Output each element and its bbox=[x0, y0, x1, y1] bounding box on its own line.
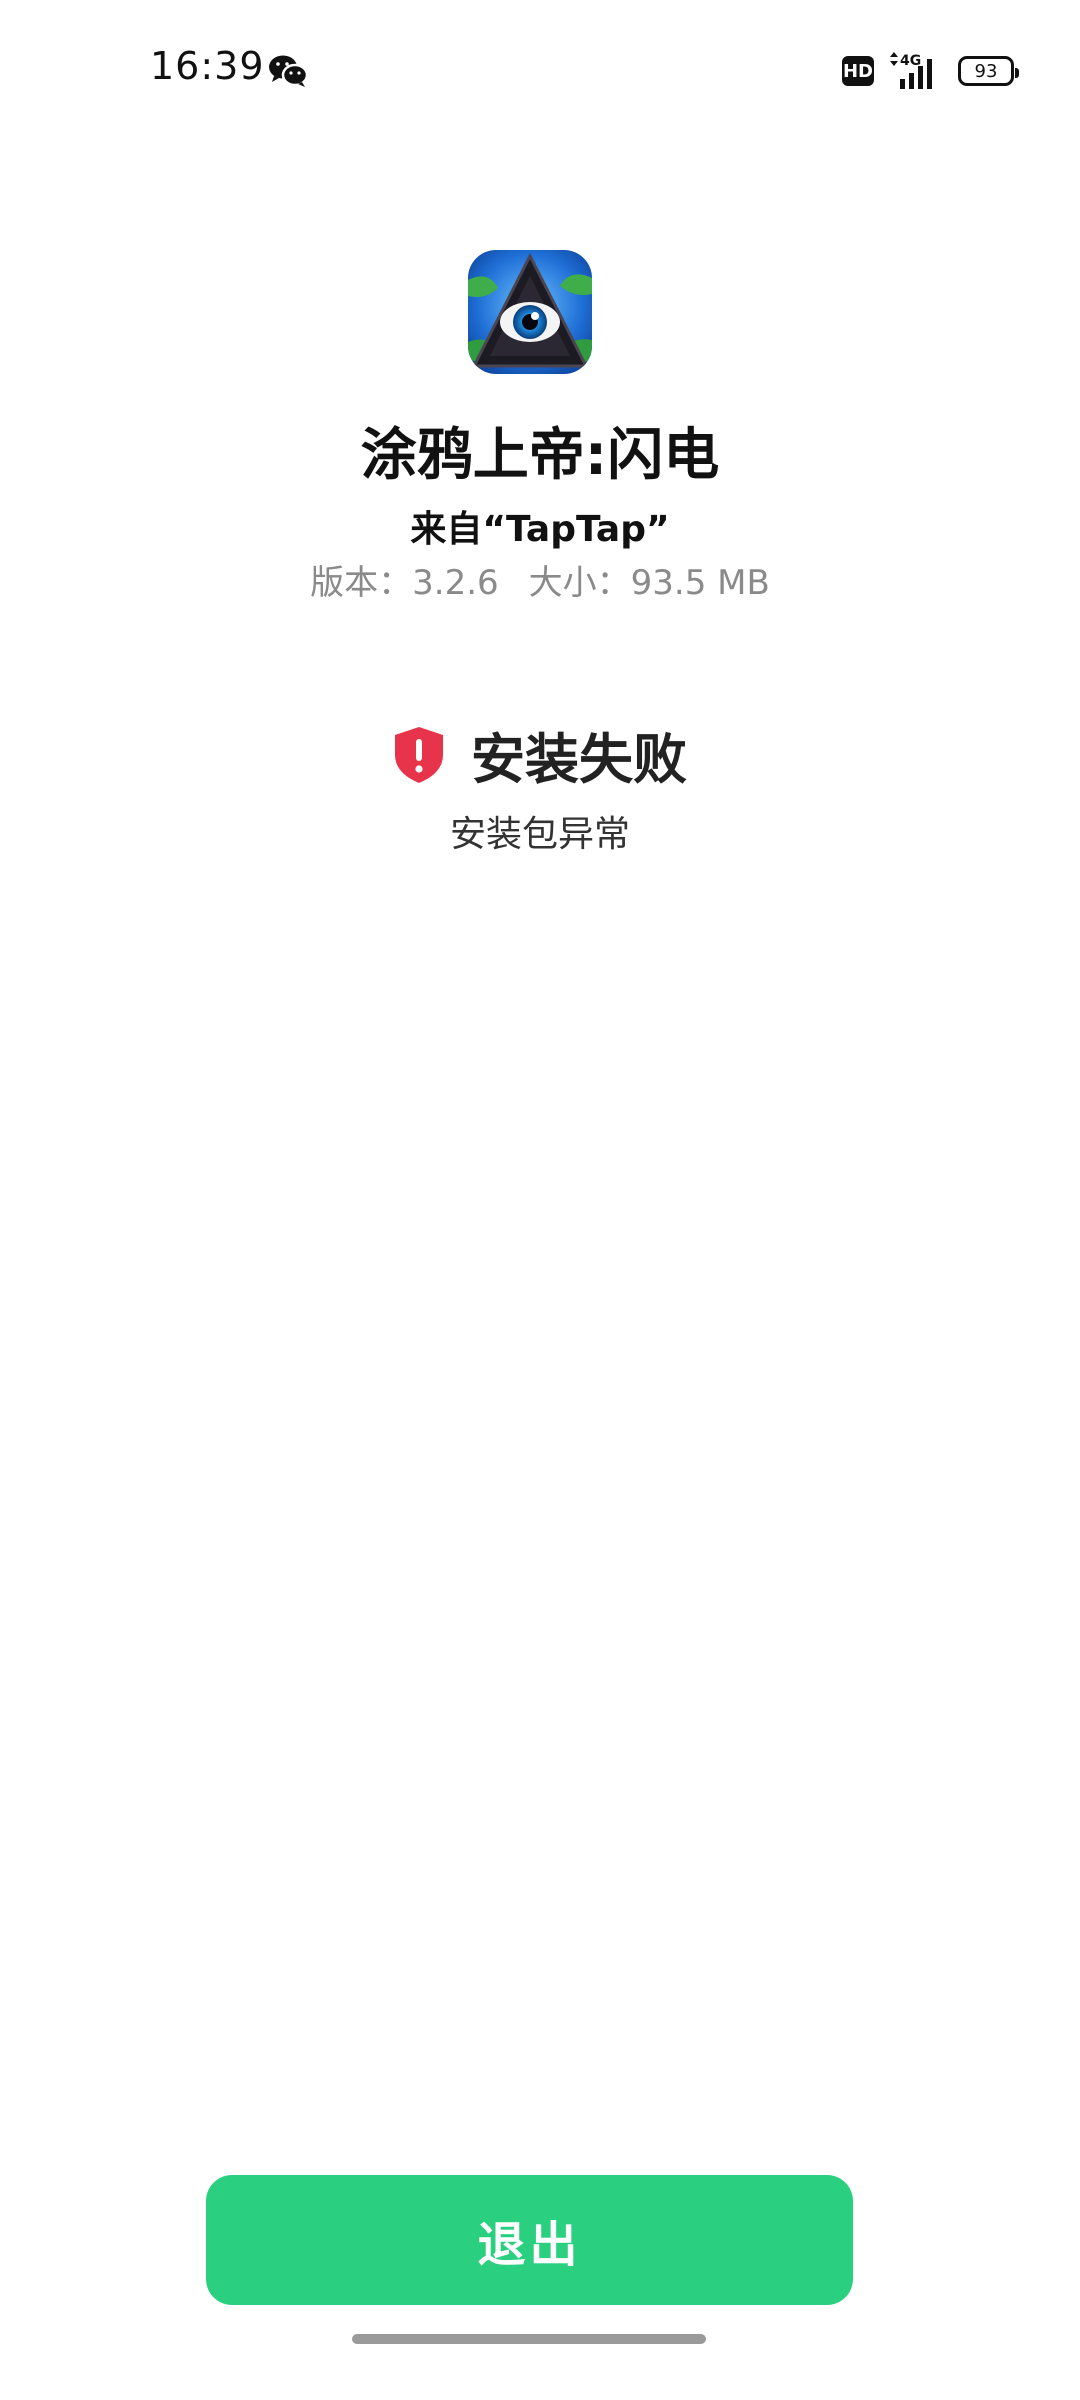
status-icons: HD 4G 93 bbox=[842, 50, 1019, 92]
install-status-title: 安装失败 bbox=[471, 728, 687, 791]
eye-pyramid-app-icon bbox=[468, 250, 592, 374]
battery-level: 93 bbox=[974, 60, 998, 82]
app-source: 来自“TapTap” bbox=[410, 509, 670, 550]
status-time: 16:39 bbox=[150, 44, 265, 88]
wechat-icon bbox=[269, 55, 308, 87]
app-icon bbox=[468, 250, 592, 374]
battery-icon: 93 bbox=[958, 56, 1019, 86]
install-status-reason: 安装包异常 bbox=[449, 814, 630, 855]
exit-button[interactable]: 退出 bbox=[206, 2175, 853, 2305]
app-version: 版本：3.2.6 bbox=[310, 563, 499, 603]
hd-badge: HD bbox=[842, 56, 874, 86]
status-bar: 16:39 HD 4G 93 bbox=[0, 0, 1080, 140]
app-meta: 版本：3.2.6 大小：93.5 MB bbox=[0, 555, 1080, 604]
signal-4g-icon: 4G bbox=[890, 52, 932, 89]
shield-alert-icon bbox=[395, 726, 443, 783]
install-status: 安装失败 bbox=[0, 715, 1080, 794]
app-name: 涂鸦上帝:闪电 bbox=[360, 423, 720, 488]
app-size: 大小：93.5 MB bbox=[528, 563, 770, 603]
home-indicator[interactable] bbox=[352, 2334, 706, 2344]
